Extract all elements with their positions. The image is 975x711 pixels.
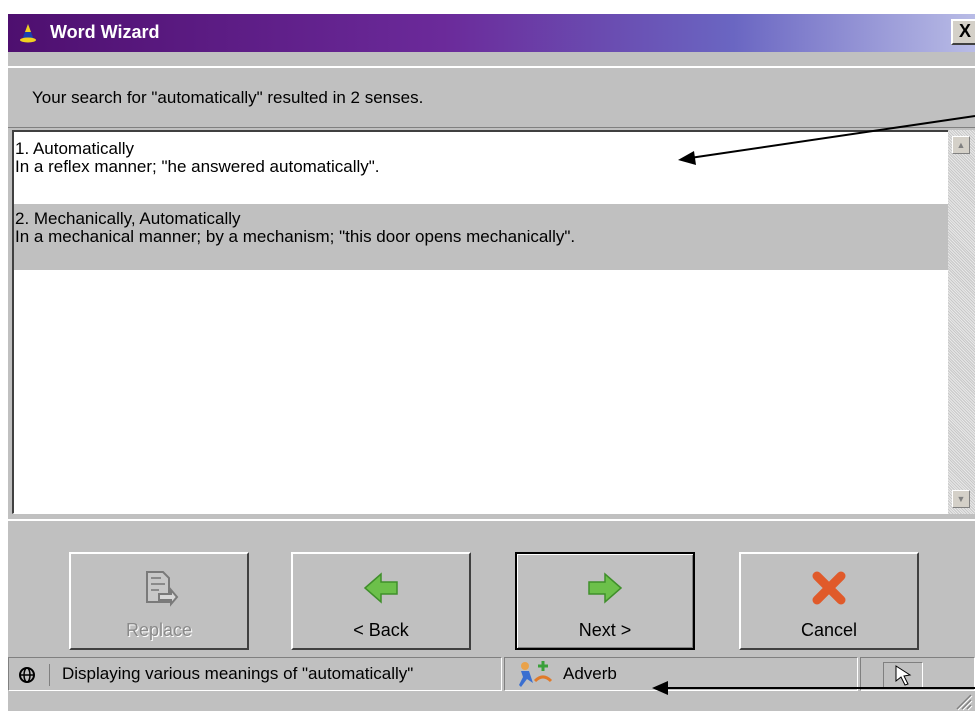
status-message: Displaying various meanings of "automati… [49,664,413,686]
cancel-label: Cancel [800,620,858,640]
green-left-arrow-icon [363,572,398,604]
back-label: < Back [353,620,409,640]
replace-document-icon [146,571,179,607]
window-title: Word Wizard [50,22,160,42]
scroll-up-arrow-icon[interactable]: ▲ [952,136,970,154]
resize-grip-icon[interactable] [951,689,973,711]
sense-item-1[interactable]: 1. Automatically In a reflex manner; "he… [14,140,948,192]
scroll-down-arrow-icon[interactable]: ▼ [952,490,970,508]
title-bar[interactable]: Word Wizard X [8,14,975,52]
wizard-hat-icon [20,24,36,43]
part-of-speech-panel: Adverb [504,657,858,691]
part-of-speech-label: Adverb [563,664,617,683]
button-bar: Replace < Back Next > Cancel [8,519,975,657]
next-button[interactable]: Next > [515,552,695,650]
word-wizard-window: Word Wizard X Your search for "automatic… [8,14,975,711]
red-x-icon [812,571,846,605]
status-bar: Displaying various meanings of "automati… [8,657,975,711]
back-button[interactable]: < Back [291,552,471,650]
vertical-scrollbar[interactable]: ▲ ▼ [948,130,975,514]
sense-heading: 1. Automatically [15,139,135,158]
sense-heading: 2. Mechanically, Automatically [15,209,241,228]
cursor-indicator [883,662,923,688]
search-result-message: Your search for "automatically" resulted… [8,66,975,128]
cancel-button[interactable]: Cancel [739,552,919,650]
sense-definition: In a mechanical manner; by a mechanism; … [15,227,576,246]
pointer-icon [895,665,912,686]
next-label: Next > [578,620,632,640]
sense-definition: In a reflex manner; "he answered automat… [15,157,380,176]
replace-button[interactable]: Replace [69,552,249,650]
green-right-arrow-icon [588,572,623,604]
search-result-text: Your search for "automatically" resulted… [32,88,424,107]
senses-list[interactable]: 1. Automatically In a reflex manner; "he… [12,130,948,514]
adverb-figure-icon [519,661,553,687]
status-message-panel: Displaying various meanings of "automati… [8,657,502,691]
sense-item-2[interactable]: 2. Mechanically, Automatically In a mech… [14,204,948,270]
status-corner-panel [860,657,975,691]
replace-label: Replace [125,620,193,640]
globe-icon [19,667,35,683]
close-button[interactable]: X [951,19,975,45]
